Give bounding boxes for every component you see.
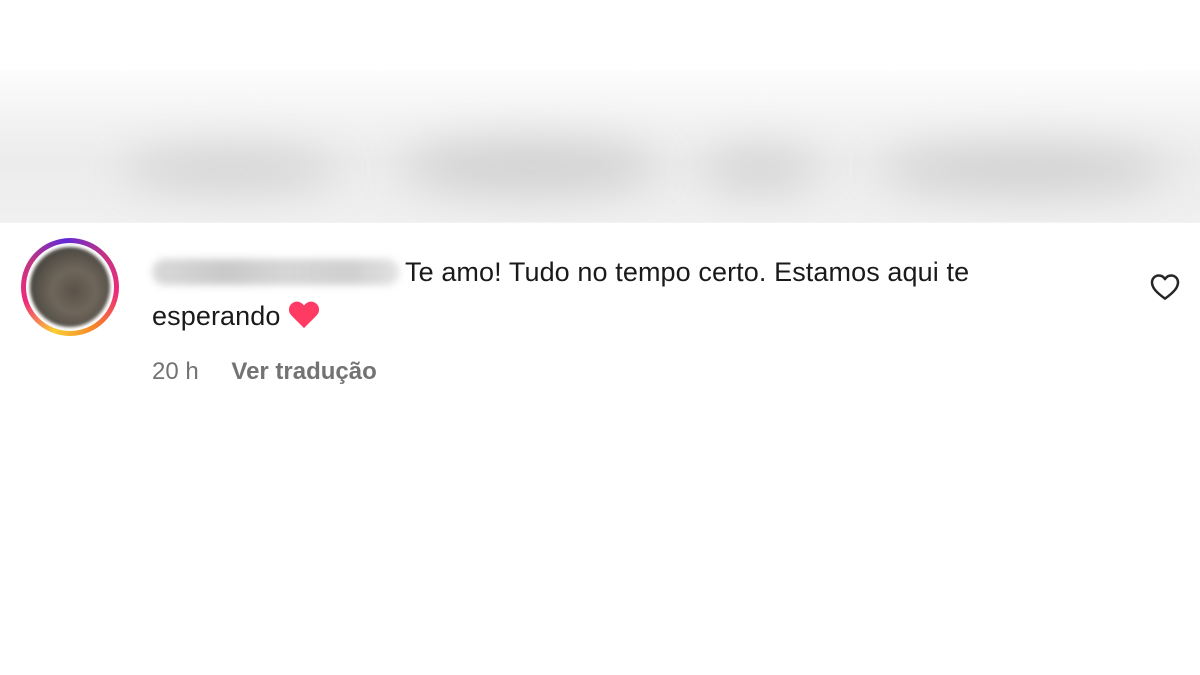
see-translation-button[interactable]: Ver tradução: [231, 358, 376, 386]
avatar[interactable]: [30, 247, 110, 327]
comment-text-continued: esperando: [152, 301, 281, 331]
blur-shape: [400, 140, 660, 195]
instagram-comment-screen: Te amo! Tudo no tempo certo. Estamos aqu…: [0, 0, 1200, 675]
red-heart-emoji-icon: [289, 302, 319, 330]
comment-text-line-1: Te amo! Tudo no tempo certo. Estamos aqu…: [152, 250, 1132, 294]
blurred-previous-content: [0, 0, 1200, 222]
username-blurred[interactable]: [152, 259, 399, 285]
comment-timestamp[interactable]: 20 h: [152, 358, 199, 386]
heart-outline-icon[interactable]: [1150, 273, 1180, 301]
comment-meta: 20 h Ver tradução: [152, 358, 377, 386]
comment-item: Te amo! Tudo no tempo certo. Estamos aqu…: [0, 222, 1200, 422]
comment-body: Te amo! Tudo no tempo certo. Estamos aqu…: [152, 250, 1132, 338]
comment-text-line-2: esperando: [152, 294, 1132, 338]
blur-shape: [700, 150, 820, 190]
blur-shape: [120, 150, 340, 190]
blur-shape: [880, 145, 1170, 195]
comment-text: Te amo! Tudo no tempo certo. Estamos aqu…: [405, 257, 970, 287]
